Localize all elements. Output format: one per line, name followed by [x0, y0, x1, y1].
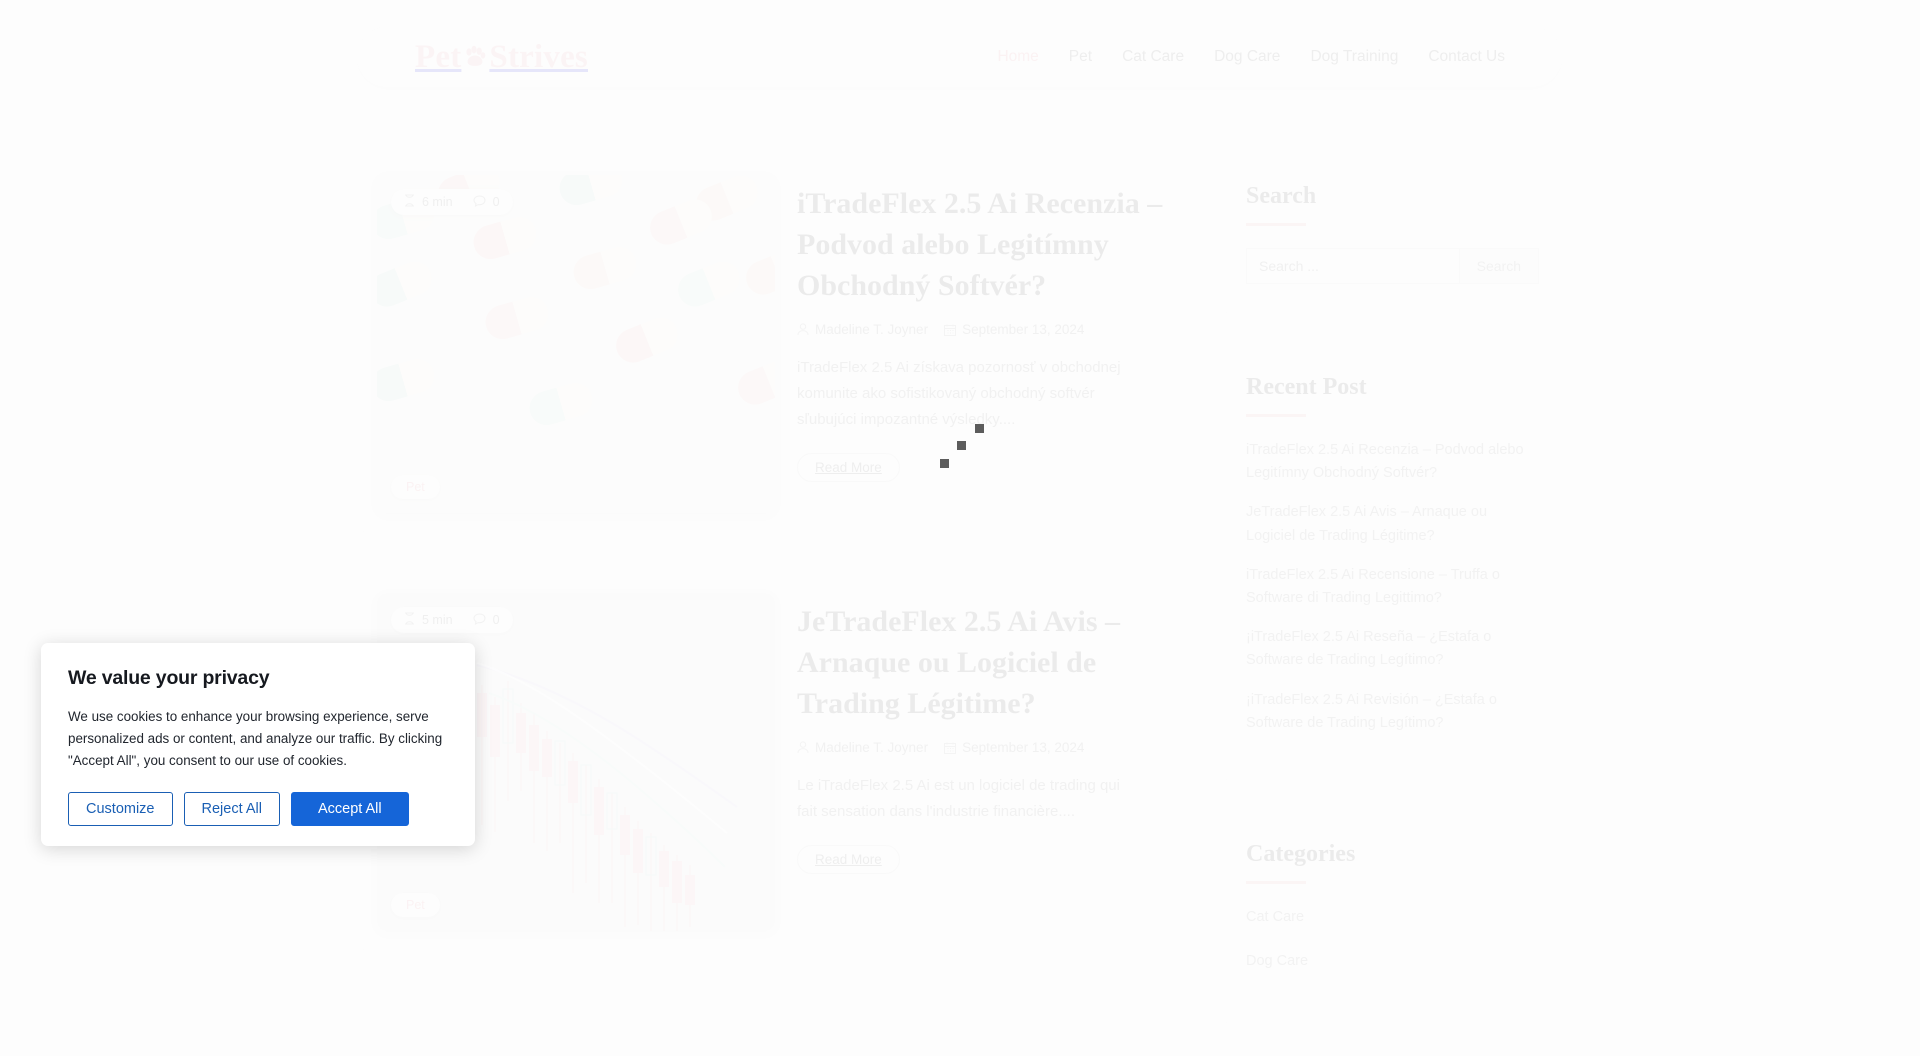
post-title[interactable]: iTradeFlex 2.5 Ai Recenzia – Podvod aleb…	[797, 183, 1168, 306]
user-icon	[797, 741, 809, 754]
hourglass-icon	[404, 194, 415, 210]
post-category-badge[interactable]: Pet	[391, 893, 440, 917]
pill-shape	[673, 256, 745, 311]
pill-shape	[733, 354, 775, 409]
post-card[interactable]: 6 min 0 Pet iTradeFlex 2.5 Ai Recenzia –…	[357, 155, 1188, 533]
nav-item-dog-care[interactable]: Dog Care	[1214, 48, 1280, 66]
list-item[interactable]: Dog Care	[1246, 950, 1539, 973]
widget-accent-rule	[1246, 881, 1306, 884]
list-item[interactable]: iTradeFlex 2.5 Ai Recensione – Truffa o …	[1246, 564, 1539, 610]
post-author-name: Madeline T. Joyner	[815, 322, 928, 337]
search-submit-button[interactable]: Search	[1459, 248, 1539, 284]
pills-photo-image	[377, 175, 775, 513]
site-logo[interactable]: Pet Strives	[415, 41, 588, 74]
recent-post-list: iTradeFlex 2.5 Ai Recenzia – Podvod aleb…	[1246, 439, 1539, 735]
post-author: Madeline T. Joyner	[797, 322, 928, 337]
list-item[interactable]: ¡iTradeFlex 2.5 Ai Reseña – ¿Estafa o So…	[1246, 626, 1539, 672]
pill-shape	[377, 256, 437, 311]
read-time-badge: 5 min 0	[391, 607, 513, 633]
nav-item-home[interactable]: Home	[997, 48, 1038, 66]
comment-bubble-icon	[473, 613, 486, 628]
categories-widget-title: Categories	[1246, 841, 1539, 868]
post-author-name: Madeline T. Joyner	[815, 740, 928, 755]
paw-print-icon	[462, 44, 488, 70]
cookie-banner-text: We use cookies to enhance your browsing …	[68, 706, 448, 772]
post-excerpt: iTradeFlex 2.5 Ai získava pozornosť v ob…	[797, 355, 1142, 432]
post-body: iTradeFlex 2.5 Ai Recenzia – Podvod aleb…	[797, 175, 1168, 513]
post-list: 6 min 0 Pet iTradeFlex 2.5 Ai Recenzia –…	[357, 155, 1188, 991]
list-item[interactable]: JeTradeFlex 2.5 Ai Avis – Arnaque ou Log…	[1246, 501, 1539, 547]
pill-shape	[482, 293, 553, 343]
search-widget-title: Search	[1246, 183, 1539, 210]
reject-all-cookies-button[interactable]: Reject All	[184, 792, 280, 826]
search-widget: Search Search	[1220, 155, 1565, 314]
recent-post-widget: Recent Post iTradeFlex 2.5 Ai Recenzia –…	[1220, 346, 1565, 781]
nav-item-cat-care[interactable]: Cat Care	[1122, 48, 1184, 66]
list-item[interactable]: Cat Care	[1246, 906, 1539, 929]
comment-count-value: 0	[493, 195, 500, 209]
search-input[interactable]	[1246, 248, 1459, 284]
post-body: JeTradeFlex 2.5 Ai Avis – Arnaque ou Log…	[797, 593, 1168, 931]
post-meta: Madeline T. Joyner September 13, 2024	[797, 322, 1168, 337]
read-time-badge: 6 min 0	[391, 189, 513, 215]
nav-item-dog-training[interactable]: Dog Training	[1310, 48, 1398, 66]
post-thumbnail[interactable]: 6 min 0 Pet	[377, 175, 775, 513]
read-time-value: 5 min	[422, 613, 453, 627]
pill-shape	[741, 244, 775, 299]
read-more-button[interactable]: Read More	[797, 453, 900, 482]
cookie-banner-title: We value your privacy	[68, 667, 448, 690]
main-navigation: Home Pet Cat Care Dog Care Dog Training …	[997, 48, 1505, 66]
search-form: Search	[1246, 248, 1539, 284]
nav-item-pet[interactable]: Pet	[1069, 48, 1092, 66]
cookie-banner-actions: Customize Reject All Accept All	[68, 792, 448, 826]
pill-shape	[645, 194, 717, 249]
sidebar: Search Search Recent Post iTradeFlex 2.5…	[1220, 155, 1565, 1056]
list-item[interactable]: iTradeFlex 2.5 Ai Recenzia – Podvod aleb…	[1246, 439, 1539, 485]
post-card[interactable]: 5 min 0 Pet JeTradeFlex 2.5 Ai Avis – Ar…	[357, 573, 1188, 951]
categories-widget: Categories Cat Care Dog Care	[1220, 813, 1565, 1024]
post-excerpt: Le iTradeFlex 2.5 Ai est un logiciel de …	[797, 773, 1142, 825]
hourglass-icon	[404, 612, 415, 628]
read-more-button[interactable]: Read More	[797, 845, 900, 874]
logo-text-strives: Strives	[489, 41, 588, 74]
post-category-badge[interactable]: Pet	[391, 475, 440, 499]
list-item[interactable]: ¡iTradeFlex 2.5 Ai Revisión – ¿Estafa o …	[1246, 689, 1539, 735]
customize-cookies-button[interactable]: Customize	[68, 792, 173, 826]
post-date: September 13, 2024	[944, 740, 1084, 755]
comment-count-value: 0	[493, 613, 500, 627]
cookie-consent-banner: We value your privacy We use cookies to …	[41, 643, 475, 846]
post-author: Madeline T. Joyner	[797, 740, 928, 755]
post-date-value: September 13, 2024	[962, 322, 1084, 337]
widget-accent-rule	[1246, 414, 1306, 417]
site-header: Pet Strives Home Pet Cat Care Dog Care D…	[357, 27, 1562, 87]
post-title[interactable]: JeTradeFlex 2.5 Ai Avis – Arnaque ou Log…	[797, 601, 1168, 724]
post-date-value: September 13, 2024	[962, 740, 1084, 755]
accept-all-cookies-button[interactable]: Accept All	[291, 792, 409, 826]
recent-post-widget-title: Recent Post	[1246, 374, 1539, 401]
pill-shape	[470, 213, 541, 263]
pill-shape	[556, 175, 627, 209]
logo-text-pet: Pet	[415, 41, 461, 74]
categories-list: Cat Care Dog Care	[1246, 906, 1539, 973]
calendar-icon	[944, 742, 956, 754]
comment-bubble-icon	[473, 195, 486, 210]
widget-accent-rule	[1246, 223, 1306, 226]
user-icon	[797, 323, 809, 336]
post-date: September 13, 2024	[944, 322, 1084, 337]
pill-shape	[526, 379, 597, 429]
pill-shape	[377, 355, 438, 405]
nav-item-contact-us[interactable]: Contact Us	[1428, 48, 1505, 66]
pill-shape	[611, 312, 683, 367]
pill-shape	[570, 243, 641, 293]
read-time-value: 6 min	[422, 195, 453, 209]
calendar-icon	[944, 324, 956, 336]
post-meta: Madeline T. Joyner September 13, 2024	[797, 740, 1168, 755]
